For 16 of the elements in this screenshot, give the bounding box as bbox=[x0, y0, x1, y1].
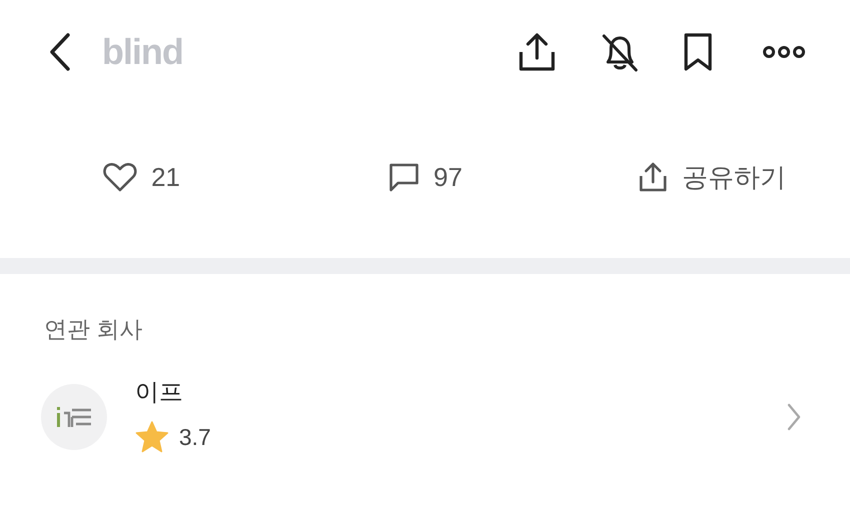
share-button[interactable]: 공유하기 bbox=[638, 158, 786, 196]
bookmark-icon[interactable] bbox=[682, 32, 714, 72]
notification-off-icon[interactable] bbox=[600, 32, 640, 72]
share-icon bbox=[638, 161, 668, 193]
comment-button[interactable]: 97 bbox=[388, 158, 462, 196]
more-icon[interactable] bbox=[762, 45, 806, 59]
share-icon[interactable] bbox=[518, 32, 556, 72]
company-name[interactable]: 이프 bbox=[135, 381, 211, 405]
section-title: 연관 회사 bbox=[43, 318, 144, 341]
star-icon bbox=[135, 421, 169, 453]
company-logo-icon bbox=[56, 406, 92, 428]
comment-icon bbox=[388, 162, 420, 192]
company-rating: 3.7 bbox=[179, 426, 211, 448]
heart-icon bbox=[103, 162, 138, 192]
like-button[interactable]: 21 bbox=[103, 158, 180, 196]
app-logo: blind bbox=[102, 30, 183, 74]
